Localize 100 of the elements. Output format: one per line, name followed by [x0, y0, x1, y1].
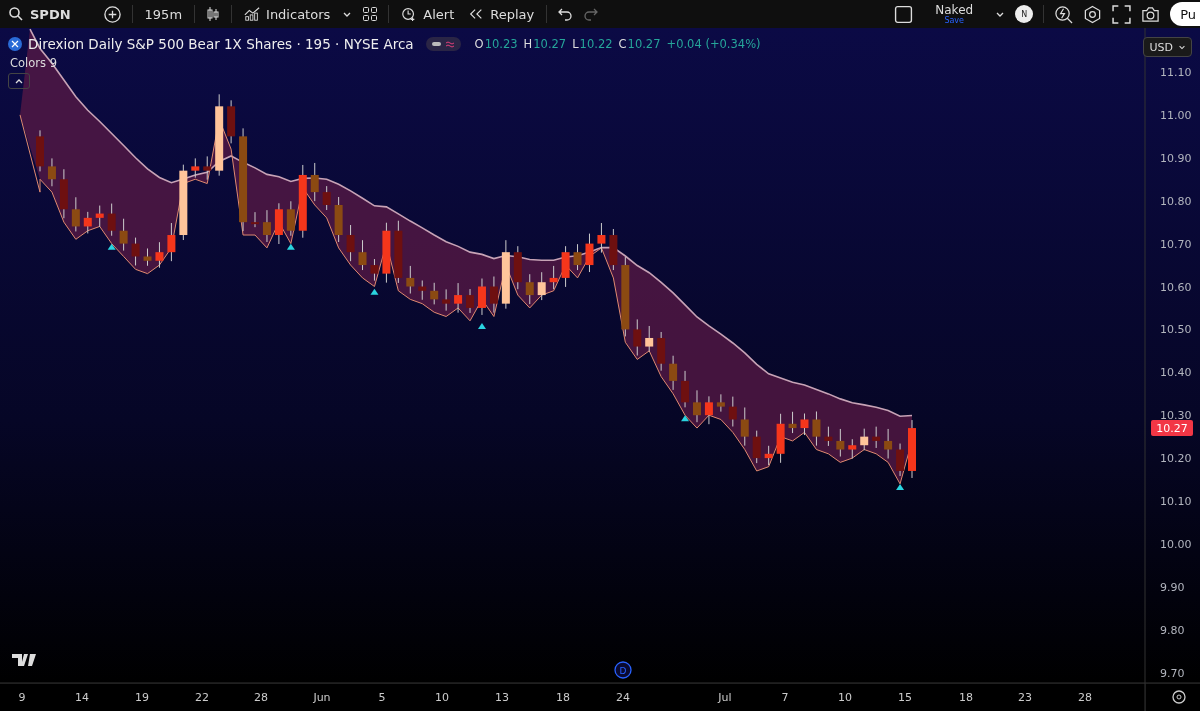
time-axis-label: 24	[616, 691, 630, 704]
price-axis-label: 10.00	[1160, 537, 1192, 551]
candle	[884, 428, 893, 459]
price-axis-label: 10.60	[1160, 280, 1192, 294]
candle	[489, 276, 498, 314]
time-axis-label: 15	[898, 691, 912, 704]
ohlc-value: L10.22	[572, 37, 613, 51]
symbol-search-button[interactable]: SPDN	[30, 6, 71, 22]
candle	[609, 228, 618, 271]
price-change: +0.04 (+0.34%)	[666, 37, 761, 51]
candle	[633, 318, 642, 357]
candle	[896, 443, 905, 477]
candle	[525, 273, 534, 305]
candle	[800, 413, 809, 436]
fullscreen-icon[interactable]	[1112, 4, 1132, 24]
publish-button[interactable]: Pu	[1170, 2, 1200, 26]
candle	[370, 258, 379, 282]
camera-icon[interactable]	[1141, 4, 1161, 24]
candle	[513, 245, 522, 290]
price-axis-label: 11.10	[1160, 66, 1192, 79]
candle	[537, 271, 546, 301]
time-axis-label: 28	[1078, 691, 1092, 704]
candle	[286, 200, 295, 237]
candle	[107, 203, 116, 237]
candle	[167, 222, 176, 262]
replay-button[interactable]: Replay	[466, 6, 537, 22]
candle	[36, 129, 44, 172]
time-axis-label: 19	[135, 691, 149, 704]
triangle-marker	[286, 243, 295, 250]
ohlc-value: O 10.23	[474, 37, 518, 51]
price-axis-label: 10.70	[1160, 237, 1192, 251]
candle	[83, 211, 92, 234]
candle	[95, 205, 104, 228]
chart-bars-icon	[244, 6, 261, 22]
candle	[131, 237, 140, 266]
lightning-search-icon[interactable]	[1054, 4, 1074, 24]
candlestick-icon[interactable]	[205, 6, 222, 22]
price-axis-label: 11.00	[1160, 108, 1192, 122]
candle	[764, 445, 773, 466]
redo-icon[interactable]	[583, 6, 600, 22]
candle	[704, 395, 713, 425]
candle	[310, 162, 319, 202]
price-axis-label: 10.20	[1160, 452, 1192, 466]
candle	[549, 265, 558, 290]
save-link[interactable]: Save	[944, 16, 965, 25]
add-symbol-icon[interactable]	[102, 4, 122, 24]
indicator-toggle-pill[interactable]	[425, 37, 461, 51]
candle	[657, 331, 666, 372]
candle	[119, 218, 128, 252]
candle	[645, 325, 654, 353]
candle	[191, 157, 200, 179]
time-axis-label: 23	[1018, 691, 1032, 704]
price-axis-label: 9.90	[1160, 580, 1185, 594]
candle	[908, 419, 916, 479]
candle	[203, 155, 212, 181]
time-axis-label: 13	[495, 691, 509, 704]
candle	[848, 438, 857, 459]
alert-button[interactable]: Alert	[399, 6, 457, 22]
time-axis-label: 14	[75, 691, 89, 704]
time-axis-label: 9	[18, 691, 26, 704]
user-avatar[interactable]: N	[1015, 5, 1034, 23]
search-icon	[8, 6, 24, 22]
candle	[358, 239, 367, 271]
layout-name[interactable]: Naked	[935, 3, 974, 16]
time-axis-label: 5	[378, 691, 386, 704]
collapse-button[interactable]	[8, 73, 30, 89]
interval-button[interactable]: 195m	[142, 6, 185, 22]
indicators-button[interactable]: Indicators	[242, 6, 333, 22]
time-axis-label: 18	[959, 691, 973, 704]
candle	[274, 202, 283, 245]
candle	[262, 209, 271, 243]
candle	[466, 288, 475, 314]
candle	[477, 278, 486, 316]
layout-grid-icon[interactable]	[362, 6, 379, 22]
candle	[788, 411, 797, 434]
settings-icon[interactable]	[1172, 690, 1186, 704]
candle	[693, 389, 701, 423]
triangle-marker	[107, 243, 116, 250]
price-axis-label: 9.80	[1160, 623, 1185, 637]
candle	[394, 220, 403, 284]
candle	[322, 185, 331, 211]
triangle-marker	[370, 288, 379, 295]
candle	[752, 430, 761, 464]
settings-icon[interactable]	[1083, 4, 1103, 24]
candle	[501, 239, 510, 310]
candle	[728, 396, 737, 427]
price-axis-label: 10.50	[1160, 323, 1192, 337]
time-axis-label: 10	[838, 691, 852, 704]
currency-button[interactable]: USD	[1143, 37, 1192, 57]
square-icon[interactable]	[894, 4, 914, 24]
candle	[860, 428, 869, 451]
symbol-logo-icon	[8, 37, 22, 51]
time-axis-label: 18	[556, 691, 570, 704]
candle	[812, 411, 821, 447]
candle	[47, 157, 56, 187]
candle	[227, 99, 236, 144]
event-marker[interactable]: D	[614, 661, 632, 679]
logo-icon	[12, 654, 36, 666]
undo-icon[interactable]	[557, 6, 574, 22]
price-axis-label: 10.10	[1160, 495, 1192, 508]
